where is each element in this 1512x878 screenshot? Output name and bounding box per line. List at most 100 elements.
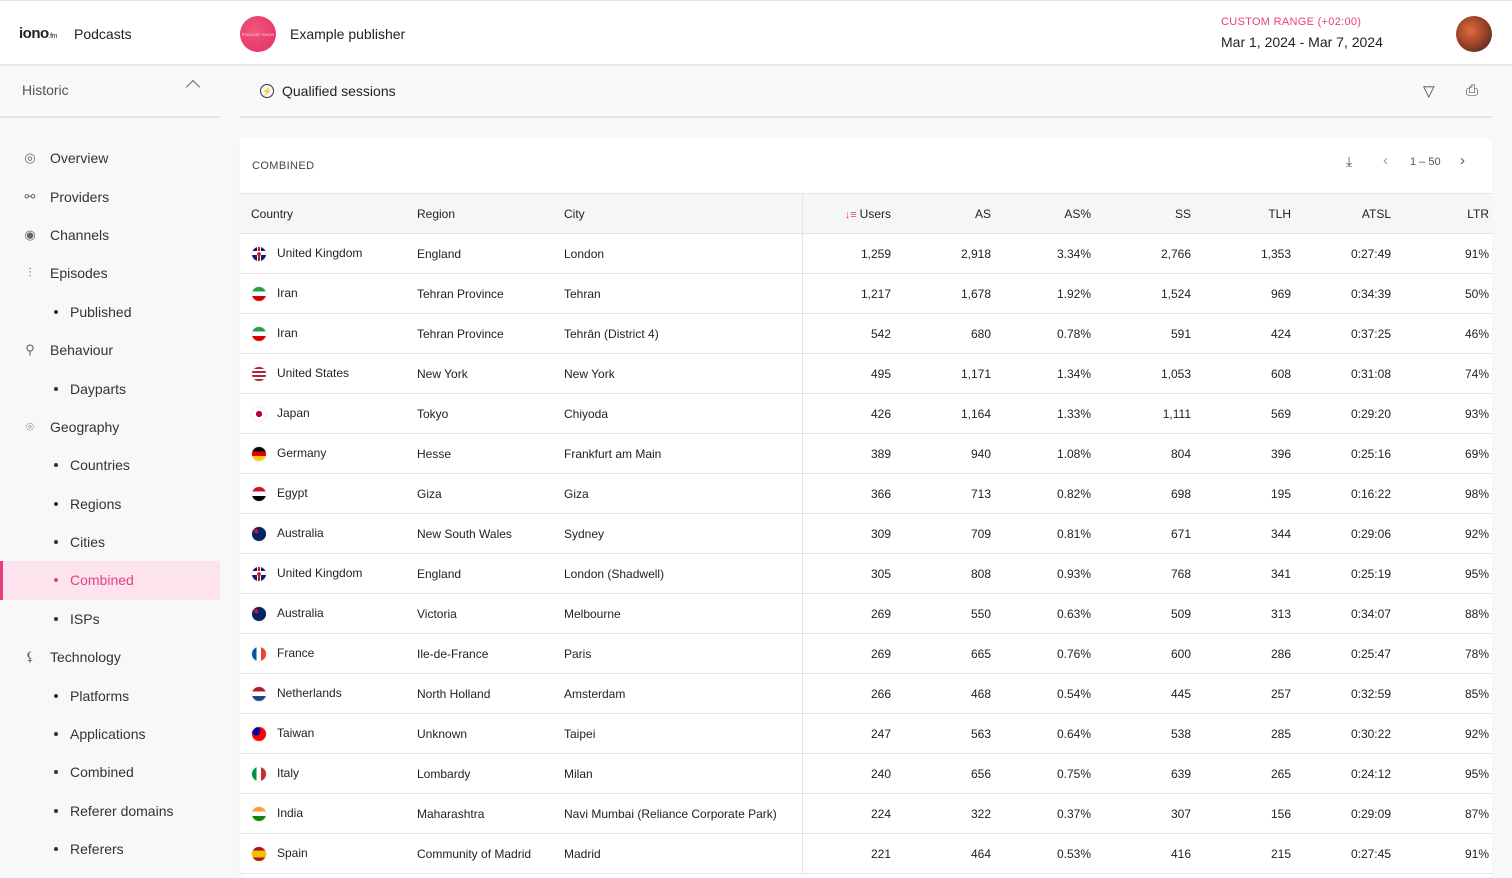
column-header-country[interactable]: Country [240, 193, 406, 234]
cell-atsl: 0:31:08 [1302, 353, 1402, 394]
table-row[interactable]: Iran Tehran Province Tehrān (District 4) 54… [240, 313, 1492, 354]
sidebar-item-applications[interactable]: Applications [0, 715, 220, 753]
cell-city: Tehrān (District 4) [553, 313, 803, 354]
cell-ltr: 93% [1402, 393, 1492, 434]
cell-text: 0:25:47 [1350, 646, 1391, 661]
cell-text: 0:27:49 [1350, 246, 1391, 261]
sidebar: Historic ◎ Overview ⚯ Providers ◉ Channels ⫶ Ep… [0, 64, 220, 874]
flag-de-icon [251, 445, 267, 462]
column-header-region[interactable]: Region [406, 193, 553, 234]
cell-text: 0.37% [1056, 806, 1091, 821]
cell-atsl: 0:25:47 [1302, 633, 1402, 674]
sidebar-item-published[interactable]: Published [0, 293, 220, 331]
column-header-atsl[interactable]: ATSL [1302, 193, 1402, 234]
sidebar-item-episodes[interactable]: ⫶ Episodes [0, 254, 220, 292]
column-header-city[interactable]: City [553, 193, 803, 234]
publisher-name[interactable]: Example publisher [290, 26, 405, 42]
metric-title: Qualified sessions [282, 83, 396, 99]
table-row[interactable]: Germany Hesse Frankfurt am Main 389 940 1.08%… [240, 433, 1492, 474]
cell-text: Tehrān (District 4) [564, 326, 659, 341]
cell-text: New South Wales [417, 526, 512, 541]
sidebar-item-referer-domains[interactable]: Referer domains [0, 792, 220, 830]
print-icon[interactable]: ⎙ [1466, 82, 1478, 99]
sidebar-item-dayparts[interactable]: Dayparts [0, 369, 220, 407]
table-row[interactable]: Japan Tokyo Chiyoda 426 1,164 1.33% 1,111 569 0:… [240, 393, 1492, 434]
column-header-ss[interactable]: SS [1102, 193, 1202, 234]
cell-text: Australia [277, 605, 324, 620]
cell-users: 221 [802, 833, 902, 874]
prev-page-button[interactable]: ‹ [1383, 152, 1388, 169]
sidebar-item-providers[interactable]: ⚯ Providers [0, 177, 220, 215]
sidebar-nav: ◎ Overview ⚯ Providers ◉ Channels ⫶ Episodes Pub… [0, 139, 220, 868]
cell-region: Giza [406, 473, 553, 514]
sidebar-item-combined[interactable]: Combined [0, 561, 220, 600]
cell-text: Germany [277, 445, 327, 460]
cell-text: 78% [1464, 646, 1489, 661]
cell-as-pct: 0.53% [1002, 833, 1102, 874]
cell-as: 2,918 [902, 233, 1002, 274]
table-row[interactable]: India Maharashtra Navi Mumbai (Reliance Co… [240, 793, 1492, 834]
sidebar-item-geography[interactable]: ⌾ Geography [0, 408, 220, 446]
app-name[interactable]: Podcasts [74, 26, 132, 42]
cell-text: 563 [970, 726, 991, 741]
table-row[interactable]: United Kingdom England London (Shadwell) 30… [240, 553, 1492, 594]
sidebar-item-overview[interactable]: ◎ Overview [0, 139, 220, 177]
sidebar-item-technology[interactable]: ⚸ Technology [0, 638, 220, 676]
cell-text: 698 [1170, 486, 1191, 501]
flag-gb-icon [251, 565, 267, 582]
table-row[interactable]: Australia Victoria Melbourne 269 550 0.63% 509… [240, 593, 1492, 634]
historic-toggle[interactable]: Historic [0, 64, 220, 118]
table-row[interactable]: Australia New South Wales Sydney 309 709 0.81… [240, 513, 1492, 554]
sidebar-item-combined[interactable]: Combined [0, 753, 220, 791]
table-row[interactable]: United Kingdom England London 1,259 2,918 3.3… [240, 233, 1492, 274]
sidebar-item-isps[interactable]: ISPs [0, 600, 220, 638]
filter-icon[interactable]: ▽ [1423, 82, 1435, 100]
sidebar-item-behaviour[interactable]: ⚲ Behaviour [0, 331, 220, 369]
sidebar-item-label: Applications [70, 726, 146, 743]
bolt-icon: ⚡ [260, 84, 274, 98]
table-row[interactable]: Taiwan Unknown Taipei 247 563 0.64% 538 285 0:30… [240, 713, 1492, 754]
cell-text: 600 [1170, 646, 1191, 661]
cell-ss: 804 [1102, 433, 1202, 474]
cell-country: India [240, 793, 406, 834]
table-row[interactable]: France Ile-de-France Paris 269 665 0.76% 600 28… [240, 633, 1492, 674]
cell-text: Iran [277, 285, 298, 300]
user-avatar[interactable] [1456, 16, 1492, 52]
table-row[interactable]: Netherlands North Holland Amsterdam 266 468 0… [240, 673, 1492, 714]
cell-text: 366 [870, 486, 891, 501]
column-header-as[interactable]: AS [902, 193, 1002, 234]
next-page-button[interactable]: › [1460, 152, 1465, 169]
cell-users: 495 [802, 353, 902, 394]
sidebar-item-channels[interactable]: ◉ Channels [0, 216, 220, 254]
cell-ltr: 46% [1402, 313, 1492, 354]
column-header-as-pct[interactable]: AS% [1002, 193, 1102, 234]
cell-text: London (Shadwell) [564, 566, 665, 581]
sidebar-item-platforms[interactable]: Platforms [0, 676, 220, 714]
sidebar-item-countries[interactable]: Countries [0, 446, 220, 484]
date-range-value[interactable]: Mar 1, 2024 - Mar 7, 2024 [1221, 34, 1383, 50]
date-range-label[interactable]: CUSTOM RANGE (+02:00) [1221, 16, 1361, 28]
column-header-ltr[interactable]: LTR [1402, 193, 1492, 234]
iono-logo[interactable]: iono.fm [19, 25, 57, 42]
behaviour-icon: ⚲ [25, 342, 35, 358]
column-header-users[interactable]: ↓≡ Users [802, 193, 902, 234]
publisher-avatar[interactable]: PODCAST SHOW [240, 16, 276, 52]
sidebar-item-referers[interactable]: Referers [0, 830, 220, 868]
table-row[interactable]: Egypt Giza Giza 366 713 0.82% 698 195 0:16:22 98% [240, 473, 1492, 514]
cell-text: United States [277, 365, 350, 380]
table-row[interactable]: Spain Community of Madrid Madrid 221 464 0.53… [240, 833, 1492, 874]
sidebar-item-cities[interactable]: Cities [0, 523, 220, 561]
table-row[interactable]: Iran Tehran Province Tehran 1,217 1,678 1.92%… [240, 273, 1492, 314]
data-table: Country Region City ↓≡ Users AS AS% SS TLH ATSL LT… [240, 193, 1492, 874]
download-icon[interactable]: ⤓ [1346, 153, 1352, 170]
column-header-tlh[interactable]: TLH [1202, 193, 1302, 234]
sidebar-item-regions[interactable]: Regions [0, 485, 220, 523]
cell-ss: 639 [1102, 753, 1202, 794]
table-row[interactable]: Italy Lombardy Milan 240 656 0.75% 639 265 0:24:… [240, 753, 1492, 794]
cell-text: Egypt [277, 485, 308, 500]
cell-text: Amsterdam [564, 686, 626, 701]
cell-region: North Holland [406, 673, 553, 714]
cell-city: Navi Mumbai (Reliance Corporate Park) [553, 793, 803, 834]
table-row[interactable]: United States New York New York 495 1,171 1.3… [240, 353, 1492, 394]
metric-selector[interactable]: ⚡ Qualified sessions [260, 83, 396, 99]
